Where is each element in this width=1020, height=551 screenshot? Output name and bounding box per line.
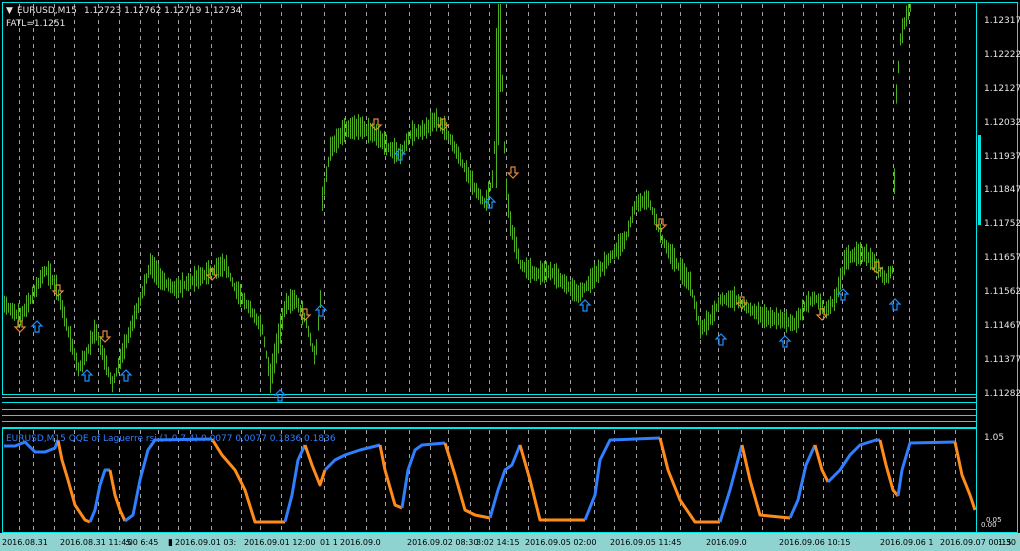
qqe-line — [788, 444, 817, 519]
qqe-line — [826, 438, 880, 484]
scale-frame — [976, 2, 1018, 533]
price-tick: 1.11847 — [984, 185, 1020, 195]
qqe-line — [813, 444, 830, 483]
sub-scale-bottom-zero: 0.00 — [981, 521, 997, 529]
time-tick: 2016.09.02 08:30 — [407, 538, 478, 547]
up-arrow-icon — [714, 333, 728, 346]
time-tick-fragment: 3:02 14:15 — [476, 538, 520, 547]
price-tick: 1.12127 — [984, 84, 1020, 94]
up-arrow-icon — [273, 389, 287, 402]
price-tick: 1.11467 — [984, 321, 1020, 331]
qqe-line — [378, 444, 403, 510]
price-scale[interactable]: 1.12317 1.12222 1.12127 1.12032 1.11937 … — [984, 16, 1020, 399]
price-tick: 1.11752 — [984, 219, 1020, 229]
qqe-line — [443, 442, 491, 520]
chart-symbol: EURUSD,M15 — [17, 6, 77, 16]
time-tick: 2016.08.31 11:45 — [60, 538, 131, 547]
qqe-line — [400, 441, 446, 509]
scroll-indicator[interactable] — [978, 135, 981, 225]
fatl-label: FATL=1.1251 — [6, 19, 65, 29]
price-tick: 1.11377 — [984, 355, 1020, 365]
time-tick: 2016.09.05 02:00 — [525, 538, 596, 547]
price-chart[interactable]: ▼ EURUSD,M15 1.12723 1.12762 1.12719 1.1… — [0, 0, 1020, 551]
qqe-line — [88, 468, 110, 523]
time-tick: 2016.09.06 10:15 — [779, 538, 850, 547]
up-arrow-icon — [888, 298, 902, 311]
sub-scale-top: 1.05 — [984, 433, 1004, 443]
down-arrow-icon — [98, 330, 112, 343]
price-tick: 1.12222 — [984, 50, 1020, 60]
time-tick-fragment: :00 6:45 — [125, 538, 158, 547]
up-arrow-icon — [80, 369, 94, 382]
time-tick: 2016.09.0 — [340, 538, 381, 547]
scroll-marker-icon[interactable]: ▮ — [168, 538, 173, 548]
qqe-line — [303, 444, 327, 487]
time-tick: 2016.08.31 — [2, 538, 48, 547]
sub-window-title: EURUSD,M15 QQE of Laguerre rsi (1,0.7,4)… — [6, 434, 336, 444]
up-arrow-icon — [30, 320, 44, 333]
pane-separator[interactable] — [2, 397, 977, 428]
time-tick: 2016.09.0 — [706, 538, 747, 547]
qqe-line — [108, 469, 127, 522]
time-tick: 2016.09.05 11:45 — [610, 538, 681, 547]
qqe-line — [210, 438, 285, 524]
qqe-line — [658, 437, 720, 524]
qqe-line — [953, 441, 977, 511]
time-tick: 2016.09.01 03: — [175, 538, 236, 547]
qqe-line — [878, 439, 900, 497]
symbol-dropdown-icon[interactable]: ▼ — [6, 6, 13, 16]
chart-terminal[interactable]: ▼ EURUSD,M15 1.12723 1.12762 1.12719 1.1… — [0, 0, 1020, 551]
qqe-line — [323, 443, 381, 472]
signal-arrows — [13, 118, 902, 402]
qqe-line — [740, 444, 791, 520]
price-tick: 1.12317 — [984, 16, 1020, 26]
qqe-line — [124, 437, 213, 523]
price-tick: 1.11937 — [984, 152, 1020, 162]
up-arrow-icon — [119, 369, 133, 382]
qqe-line — [583, 436, 661, 521]
qqe-line — [896, 440, 956, 497]
chart-ohlc: 1.12723 1.12762 1.12719 1.12734 — [84, 6, 242, 16]
up-arrow-icon — [578, 299, 592, 312]
time-tick: 2016.09.01 12:00 — [244, 538, 315, 547]
qqe-line — [518, 444, 585, 522]
price-tick: 1.12032 — [984, 118, 1020, 128]
time-tick: 2016.09.06 1 — [880, 538, 933, 547]
time-tick-fragment: 01 1 — [320, 538, 338, 547]
price-tick: 1.11562 — [984, 287, 1020, 297]
qqe-line — [488, 444, 522, 519]
down-arrow-icon — [506, 166, 520, 179]
qqe-line — [718, 444, 744, 523]
time-tick-fragment: 1:30 — [998, 538, 1016, 547]
price-tick: 1.11282 — [984, 389, 1020, 399]
price-tick: 1.11657 — [984, 253, 1020, 263]
grid-lines — [19, 4, 956, 532]
